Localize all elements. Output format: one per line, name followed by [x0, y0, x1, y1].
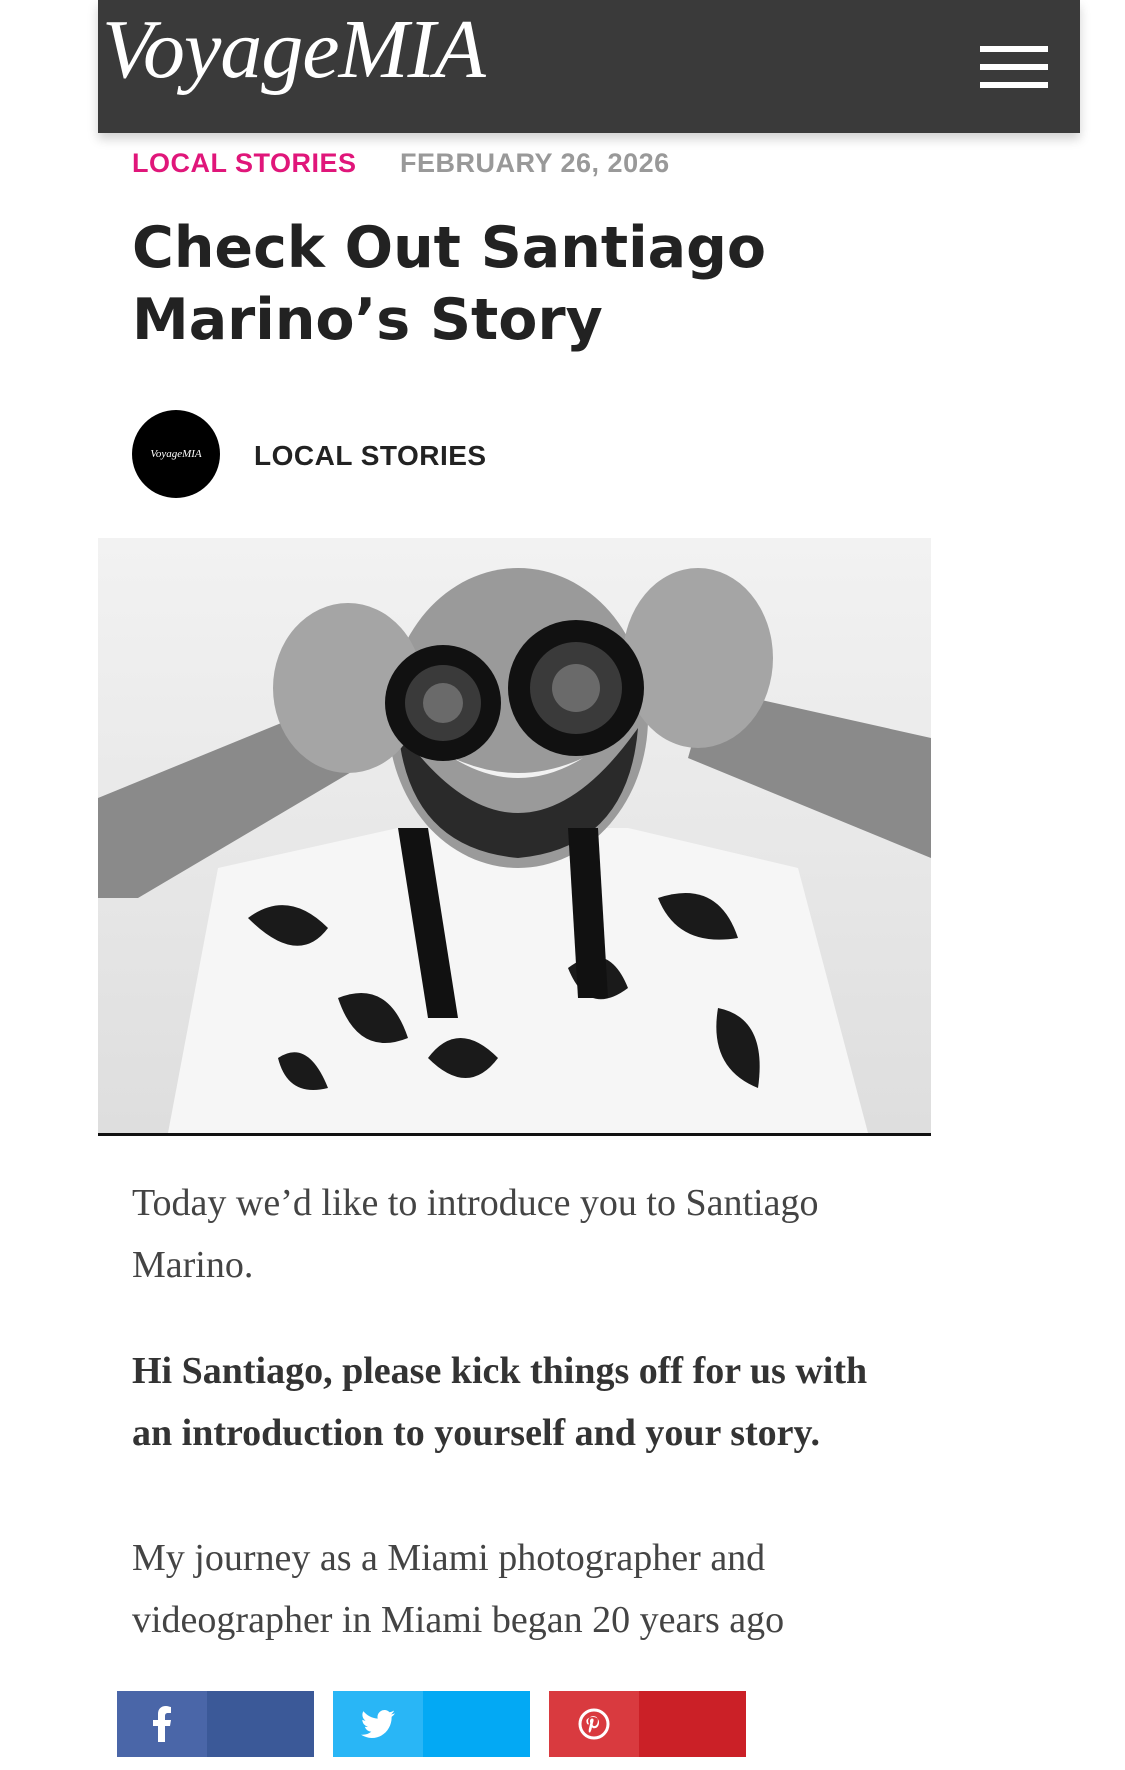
hero-image [98, 538, 931, 1136]
article-meta: LOCAL STORIES FEBRUARY 26, 2026 [132, 148, 669, 179]
avatar-logo-text: VoyageMIA [150, 448, 202, 460]
twitter-share-button[interactable] [333, 1691, 530, 1757]
facebook-share-button[interactable] [117, 1691, 314, 1757]
interview-answer: My journey as a Miami photographer and v… [132, 1537, 785, 1641]
site-logo[interactable]: VoyageMIA [102, 2, 486, 98]
intro-paragraph: Today we’d like to introduce you to Sant… [132, 1182, 819, 1286]
author-link[interactable]: LOCAL STORIES [254, 440, 487, 472]
pinterest-icon [549, 1691, 639, 1757]
interview-question: Hi Santiago, please kick things off for … [132, 1350, 868, 1454]
avatar[interactable]: VoyageMIA [132, 410, 220, 498]
pinterest-share-button[interactable] [549, 1691, 746, 1757]
category-link[interactable]: LOCAL STORIES [132, 148, 357, 178]
article-title: Check Out Santiago Marino’s Story [132, 215, 767, 353]
hamburger-menu-icon[interactable] [980, 46, 1048, 88]
twitter-icon [333, 1691, 423, 1757]
site-header: VoyageMIA [98, 0, 1080, 133]
facebook-icon [117, 1691, 207, 1757]
publish-date: FEBRUARY 26, 2026 [400, 148, 670, 178]
hero-photo-illustration [98, 538, 931, 1133]
